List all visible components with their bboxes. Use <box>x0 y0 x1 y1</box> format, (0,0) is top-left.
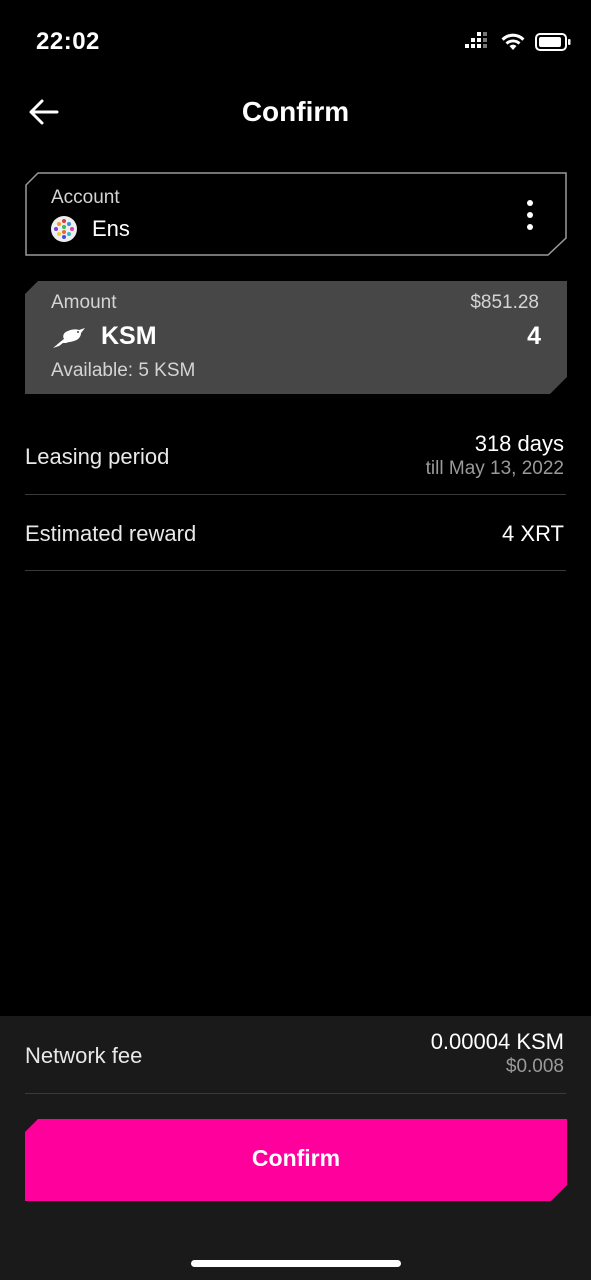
more-vertical-icon <box>527 200 533 230</box>
status-bar: 22:02 <box>0 0 591 90</box>
account-more-button[interactable] <box>523 198 537 232</box>
kusama-bird-icon <box>53 328 85 348</box>
confirm-button[interactable]: Confirm <box>25 1119 567 1201</box>
account-avatar-icon <box>51 216 77 242</box>
leasing-period-label: Leasing period <box>25 444 170 469</box>
leasing-period-date: till May 13, 2022 <box>425 458 564 479</box>
network-fee-value: 0.00004 KSM <box>430 1029 564 1054</box>
available-balance: Available: 5 KSM <box>51 360 196 381</box>
network-fee-fiat: $0.008 <box>505 1056 564 1077</box>
network-fee-label: Network fee <box>25 1043 143 1068</box>
leasing-period-row: Leasing period 318 days till May 13, 202… <box>25 420 566 495</box>
network-fee-row: Network fee 0.00004 KSM $0.008 <box>25 1016 566 1094</box>
signal-icon <box>465 32 487 48</box>
battery-icon <box>535 33 571 51</box>
amount-label: Amount <box>51 292 117 313</box>
estimated-reward-value: 4 XRT <box>502 521 564 546</box>
leasing-period-value: 318 days <box>474 431 564 456</box>
header: Confirm <box>0 90 591 136</box>
estimated-reward-label: Estimated reward <box>25 521 197 546</box>
confirm-button-label: Confirm <box>251 1145 341 1171</box>
account-selector[interactable]: Account Ens <box>25 172 567 256</box>
wifi-icon <box>501 33 525 50</box>
home-indicator <box>191 1260 401 1267</box>
token-symbol: KSM <box>101 322 157 350</box>
estimated-reward-row: Estimated reward 4 XRT <box>25 495 566 571</box>
status-icons <box>465 32 571 52</box>
amount-card: Amount $851.28 KSM 4 Available: 5 KSM <box>25 281 567 394</box>
amount-fiat-value: $851.28 <box>470 292 539 313</box>
account-label: Account <box>51 187 120 208</box>
bottom-sheet: Network fee 0.00004 KSM $0.008 Confirm <box>0 1016 591 1280</box>
page-title: Confirm <box>241 96 350 127</box>
amount-value[interactable]: 4 <box>527 322 541 351</box>
account-name: Ens <box>92 216 130 241</box>
account-card-frame <box>25 172 567 256</box>
status-time: 22:02 <box>36 28 100 55</box>
